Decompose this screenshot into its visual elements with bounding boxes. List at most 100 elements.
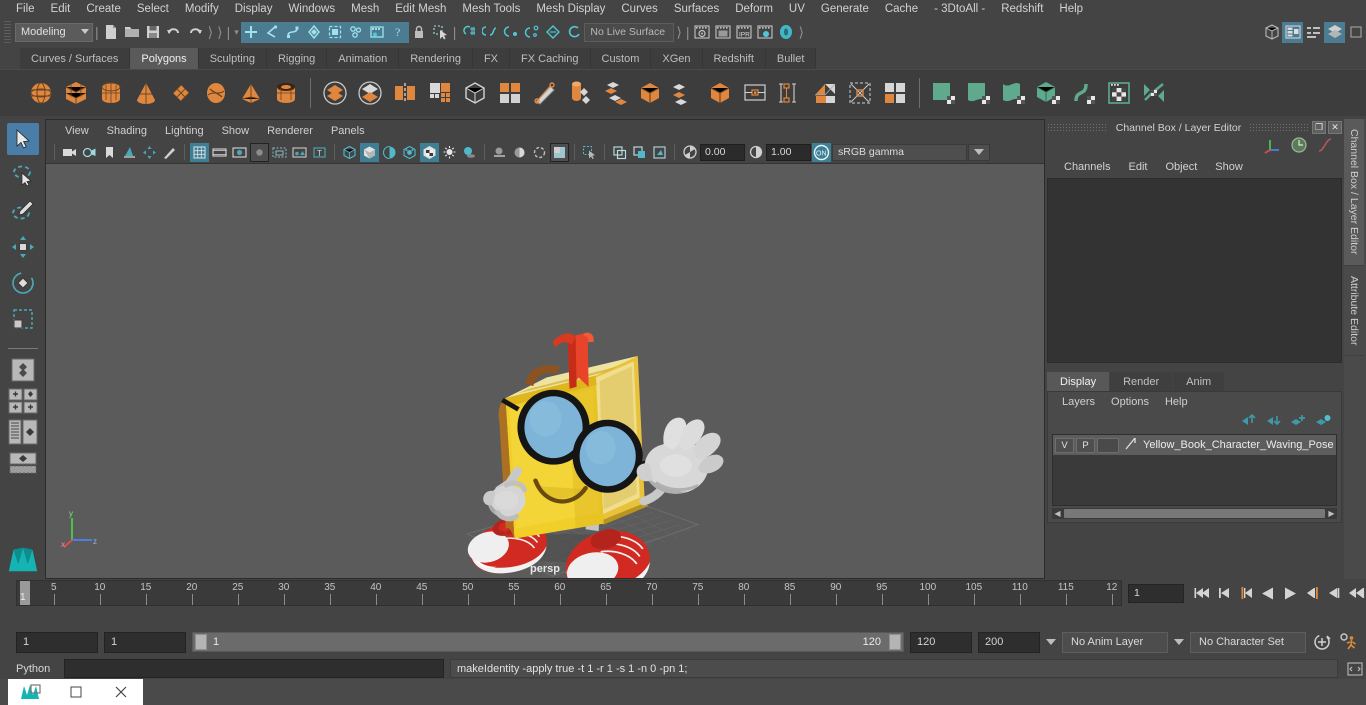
character-set-dropdown-arrow[interactable] [1174,639,1184,645]
uv-cylindrical-map-icon[interactable] [962,76,996,110]
viewport-menu-show[interactable]: Show [213,125,259,137]
chevron-down-icon[interactable]: ▾ [232,27,241,38]
2d-pan-zoom-icon[interactable] [140,143,159,162]
shelf-tab-curves-surfaces[interactable]: Curves / Surfaces [20,48,130,69]
show-hide-tool-settings-icon[interactable] [1303,22,1324,43]
clock-icon[interactable] [1290,136,1308,157]
paste-view-icon[interactable] [630,143,649,162]
new-scene-icon[interactable] [101,22,122,43]
bookmark-icon[interactable] [100,143,119,162]
poly-pipe-icon[interactable] [269,76,303,110]
show-hide-attribute-editor-icon[interactable] [1282,22,1303,43]
menu-cache[interactable]: Cache [877,0,926,19]
image-plane-icon[interactable] [120,143,139,162]
isolate-select-icon[interactable] [580,143,599,162]
poly-sphere-icon[interactable] [24,76,58,110]
layer-menu-help[interactable]: Help [1157,396,1196,408]
live-surface-field[interactable]: No Live Surface [584,23,674,42]
viewport-layout-persp-button[interactable] [6,449,40,477]
shelf-tab-fx[interactable]: FX [473,48,510,69]
select-surface-icon[interactable] [304,22,325,43]
anti-aliasing-icon[interactable] [530,143,549,162]
grid-toggle-icon[interactable] [190,143,209,162]
quad-draw-icon[interactable] [668,76,702,110]
snapshot-view-icon[interactable] [650,143,669,162]
copy-view-icon[interactable] [610,143,629,162]
move-tool-button[interactable] [7,231,39,263]
scroll-right-icon[interactable]: ▶ [1326,509,1337,518]
gamma-field[interactable]: 1.00 [766,144,811,161]
make-live-icon[interactable] [563,22,584,43]
layer-tab-anim[interactable]: Anim [1173,372,1224,391]
textured-shading-icon[interactable] [420,143,439,162]
undo-icon[interactable] [164,22,185,43]
time-slider-track[interactable]: 1 51015202530354045505560657075808590951… [16,580,1122,606]
poly-plane-icon[interactable] [164,76,198,110]
poly-pyramid-icon[interactable] [234,76,268,110]
channelbox-menu-object[interactable]: Object [1156,161,1206,173]
film-gate-icon[interactable] [210,143,229,162]
channelbox-menu-edit[interactable]: Edit [1119,161,1156,173]
paint-select-tool-button[interactable] [7,195,39,227]
status-line-grip[interactable] [4,21,11,43]
uv-spherical-map-icon[interactable] [997,76,1031,110]
viewport-menu-shading[interactable]: Shading [98,125,156,137]
redo-icon[interactable] [185,22,206,43]
viewport-menu-lighting[interactable]: Lighting [156,125,213,137]
step-back-frame-button[interactable] [1214,583,1234,603]
color-management-icon[interactable] [550,143,569,162]
minimize-button[interactable] [53,679,98,705]
current-frame-field[interactable]: 1 [1128,584,1184,603]
step-forward-key-button[interactable] [1302,583,1322,603]
move-layer-up-icon[interactable] [1240,414,1256,431]
move-layer-down-icon[interactable] [1265,414,1281,431]
mirror-geometry-icon[interactable] [388,76,422,110]
open-scene-icon[interactable] [122,22,143,43]
poly-cylinder-icon[interactable] [94,76,128,110]
separate-icon[interactable] [353,76,387,110]
menu-mesh-display[interactable]: Mesh Display [528,0,613,19]
layer-color-swatch[interactable] [1097,438,1119,453]
script-editor-icon[interactable] [1344,659,1366,678]
drag-handle[interactable] [1249,123,1310,132]
animation-start-time-field[interactable]: 1 [16,632,98,653]
playback-start-time-field[interactable]: 1 [104,632,186,653]
redo-render-icon[interactable] [713,22,734,43]
scale-tool-button[interactable] [7,303,39,335]
menu-edit-mesh[interactable]: Edit Mesh [387,0,454,19]
poly-cone-icon[interactable] [129,76,163,110]
delete-history-icon[interactable] [808,76,842,110]
poly-cube-icon[interactable] [59,76,93,110]
layer-list-hscrollbar[interactable]: ◀ ▶ [1052,508,1337,519]
command-input-field[interactable] [64,659,444,678]
shelf-tab-fx-caching[interactable]: FX Caching [510,48,590,69]
viewport-layout-single-button[interactable] [6,356,40,384]
menu-curves[interactable]: Curves [613,0,665,19]
menu-deform[interactable]: Deform [727,0,781,19]
play-forwards-button[interactable] [1280,583,1300,603]
create-empty-layer-icon[interactable] [1290,414,1306,431]
poly-torus-icon[interactable] [199,76,233,110]
character-set-dropdown[interactable]: No Character Set [1190,632,1306,653]
gate-mask-icon[interactable] [250,143,269,162]
auto-keyframe-toggle-icon[interactable] [1312,632,1332,652]
render-settings-icon[interactable] [755,22,776,43]
use-default-material-icon[interactable] [400,143,419,162]
color-space-dropdown-arrow[interactable] [968,144,990,161]
ipr-render-icon[interactable]: IPR [734,22,755,43]
menu-uv[interactable]: UV [781,0,813,19]
snap-to-point-icon[interactable] [500,22,521,43]
shelf-tab-redshift[interactable]: Redshift [703,48,766,69]
save-scene-icon[interactable] [143,22,164,43]
menu-edit[interactable]: Edit [43,0,79,19]
motion-blur-icon[interactable] [490,143,509,162]
select-dynamics-icon[interactable] [346,22,367,43]
use-all-lights-icon[interactable] [440,143,459,162]
xray-icon[interactable] [290,143,309,162]
layer-tab-display[interactable]: Display [1047,372,1109,391]
center-pivot-icon[interactable] [738,76,772,110]
rotate-tool-button[interactable] [7,267,39,299]
create-layer-from-selected-icon[interactable] [1315,414,1331,431]
menu-3dtoall[interactable]: - 3DtoAll - [926,0,993,19]
shelf-tab-polygons[interactable]: Polygons [130,48,198,69]
